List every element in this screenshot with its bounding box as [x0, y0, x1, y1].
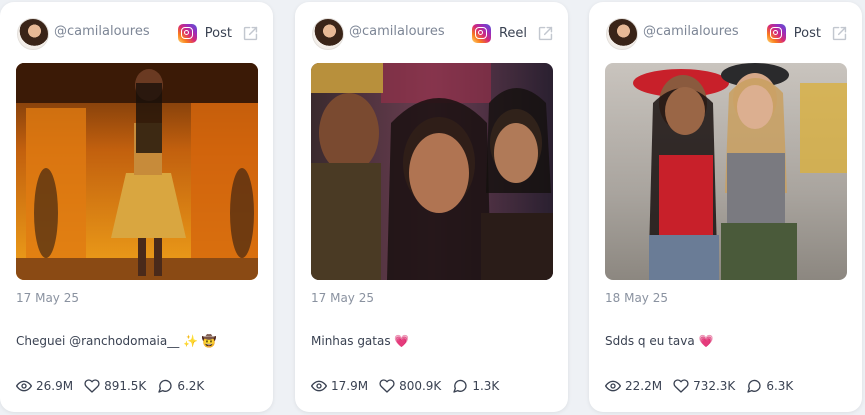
post-caption: Cheguei @ranchodomaia__ ✨ 🤠: [16, 334, 217, 348]
likes-count: 800.9K: [399, 379, 442, 393]
instagram-icon: [471, 23, 491, 43]
external-link-icon[interactable]: [537, 25, 554, 42]
likes-stat: 891.5K: [84, 378, 146, 394]
card-header: @camilaloures Reel: [311, 16, 554, 52]
post-stats: 22.2M 732.3K 6.3K: [605, 378, 804, 394]
post-date: 17 May 25: [311, 291, 374, 305]
post-type: Post: [766, 22, 848, 44]
likes-stat: 800.9K: [379, 378, 441, 394]
post-caption: Sdds q eu tava 💗: [605, 334, 714, 348]
views-count: 26.9M: [36, 379, 74, 393]
post-caption: Minhas gatas 💗: [311, 334, 410, 348]
post-card[interactable]: @camilaloures Post: [589, 2, 862, 412]
views-stat: 22.2M: [605, 378, 662, 394]
post-type: Reel: [471, 22, 554, 44]
avatar[interactable]: [312, 18, 344, 50]
eye-icon: [311, 380, 327, 392]
comment-icon: [453, 379, 467, 393]
post-type-label: Post: [204, 25, 232, 41]
views-count: 17.9M: [331, 379, 369, 393]
likes-stat: 732.3K: [673, 378, 735, 394]
heart-icon: [84, 379, 100, 393]
comment-icon: [747, 379, 761, 393]
avatar[interactable]: [17, 18, 49, 50]
external-link-icon[interactable]: [242, 25, 259, 42]
post-date: 17 May 25: [16, 291, 79, 305]
comments-stat: 1.3K: [452, 378, 499, 394]
post-stats: 17.9M 800.9K 1.3K: [311, 378, 510, 394]
post-stats: 26.9M 891.5K 6.2K: [16, 378, 215, 394]
heart-icon: [673, 379, 689, 393]
post-card[interactable]: @camilaloures Reel 17 May 25 Minhas gata…: [295, 2, 568, 412]
likes-count: 891.5K: [104, 379, 147, 393]
comment-icon: [158, 379, 172, 393]
post-date: 18 May 25: [605, 291, 668, 305]
views-stat: 26.9M: [16, 378, 73, 394]
comments-count: 6.2K: [177, 379, 205, 393]
card-header: @camilaloures Post: [605, 16, 848, 52]
comments-count: 6.3K: [766, 379, 794, 393]
eye-icon: [605, 380, 621, 392]
username[interactable]: @camilaloures: [643, 24, 739, 39]
username[interactable]: @camilaloures: [349, 24, 445, 39]
eye-icon: [16, 380, 32, 392]
instagram-icon: [177, 23, 197, 43]
comments-stat: 6.3K: [746, 378, 793, 394]
post-card[interactable]: @camilaloures Post: [0, 2, 273, 412]
views-count: 22.2M: [625, 379, 663, 393]
external-link-icon[interactable]: [831, 25, 848, 42]
views-stat: 17.9M: [311, 378, 368, 394]
comments-count: 1.3K: [472, 379, 500, 393]
instagram-icon: [766, 23, 786, 43]
post-type-label: Reel: [498, 25, 527, 41]
post-image[interactable]: [605, 63, 847, 280]
likes-count: 732.3K: [693, 379, 736, 393]
username[interactable]: @camilaloures: [54, 24, 150, 39]
heart-icon: [379, 379, 395, 393]
avatar[interactable]: [606, 18, 638, 50]
post-type-label: Post: [793, 25, 821, 41]
post-image[interactable]: [16, 63, 258, 280]
comments-stat: 6.2K: [157, 378, 204, 394]
post-image[interactable]: [311, 63, 553, 280]
card-header: @camilaloures Post: [16, 16, 259, 52]
post-type: Post: [177, 22, 259, 44]
